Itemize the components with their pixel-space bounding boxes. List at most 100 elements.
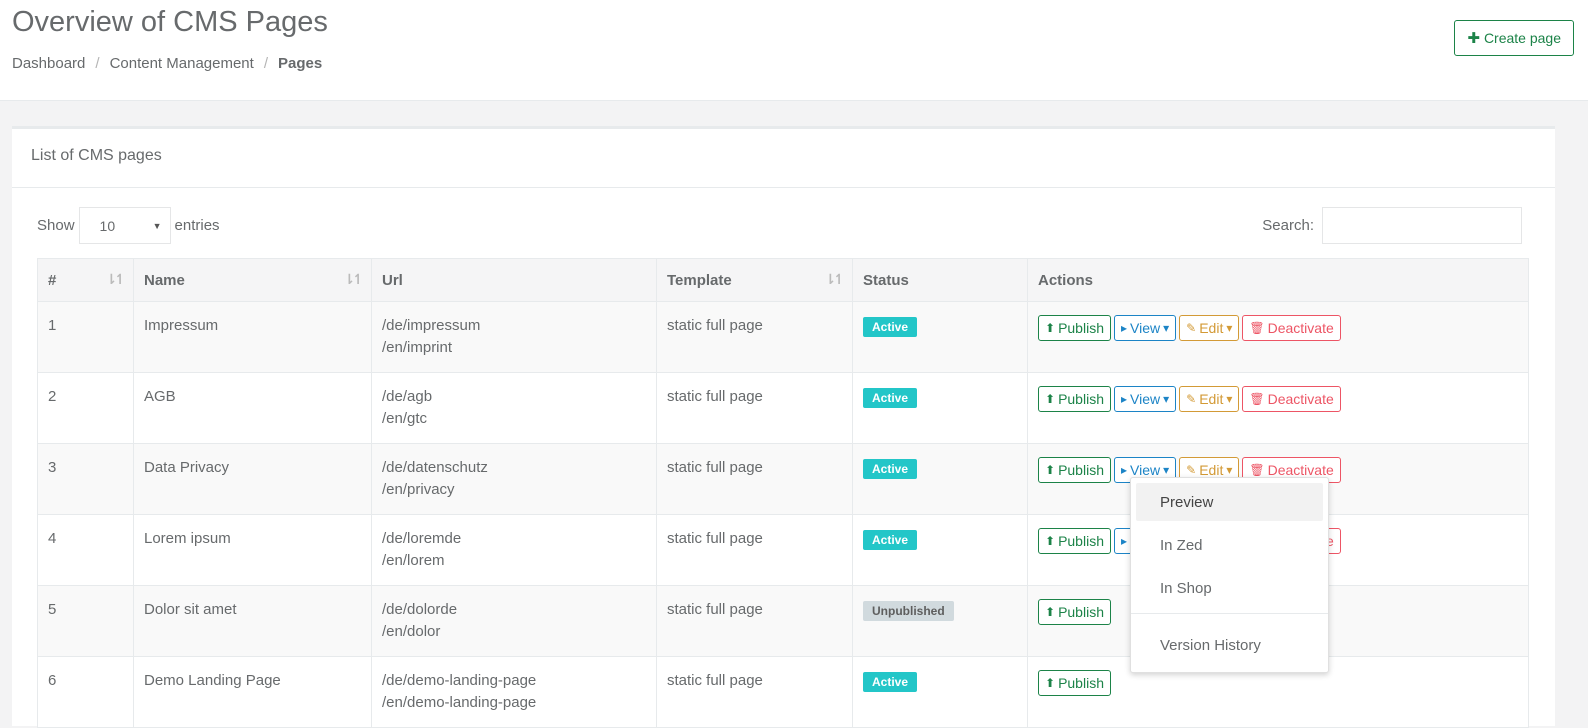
breadcrumb: Dashboard / Content Management / Pages	[12, 55, 322, 72]
caret-right-icon: ▸	[1120, 463, 1128, 477]
column-header-url[interactable]: Url	[371, 258, 657, 302]
view-button[interactable]: ▸View▾	[1113, 315, 1177, 341]
status-badge: Active	[863, 459, 918, 479]
cell-status: Active	[852, 301, 1028, 373]
upload-icon: ⬆	[1045, 321, 1056, 335]
cell-status: Active	[852, 514, 1028, 586]
create-page-button[interactable]: ✚ Create page	[1454, 20, 1574, 56]
breadcrumb-separator: /	[263, 55, 268, 72]
dropdown-item-version-history[interactable]: Version History	[1136, 626, 1323, 664]
cell-name: Impressum	[133, 301, 372, 373]
table-header-row: # ⇂↿ Name ⇂↿ Url Template ⇂↿ Status Actions	[37, 258, 1529, 302]
cell-actions: ⬆Publish ▸View▾ ✎Edit▾ 🗑Deactivate	[1027, 372, 1529, 444]
breadcrumb-separator: /	[95, 55, 100, 72]
upload-icon: ⬆	[1045, 392, 1056, 406]
caret-down-icon: ▾	[1226, 321, 1233, 335]
trash-icon: 🗑	[1249, 392, 1265, 406]
entries-length-select[interactable]: 10 ▼	[78, 207, 171, 244]
cell-id: 5	[37, 585, 134, 657]
cell-url: /de/datenschutz/en/privacy	[371, 443, 657, 515]
view-button[interactable]: ▸View▾	[1113, 386, 1177, 412]
page-header: Overview of CMS Pages Dashboard / Conten…	[0, 0, 1588, 101]
deactivate-button[interactable]: 🗑Deactivate	[1242, 315, 1341, 341]
cell-id: 1	[37, 301, 134, 373]
cell-id: 2	[37, 372, 134, 444]
column-header-status: Status	[852, 258, 1028, 302]
edit-button[interactable]: ✎Edit▾	[1179, 315, 1240, 341]
column-header-actions: Actions	[1027, 258, 1529, 302]
upload-icon: ⬆	[1045, 534, 1056, 548]
panel-title: List of CMS pages	[12, 129, 1555, 188]
breadcrumb-dashboard[interactable]: Dashboard	[12, 55, 85, 72]
cell-actions: ⬆Publish ▸View▾ ✎Edit▾ 🗑Deactivate	[1027, 301, 1529, 373]
cell-name: AGB	[133, 372, 372, 444]
dropdown-item-in-shop[interactable]: In Shop	[1136, 569, 1323, 607]
cell-template: static full page	[656, 585, 853, 657]
status-badge: Active	[863, 672, 918, 692]
column-header-template[interactable]: Template ⇂↿	[656, 258, 853, 302]
column-header-id[interactable]: # ⇂↿	[37, 258, 134, 302]
caret-down-icon: ▾	[1226, 392, 1233, 406]
table-row: 1 Impressum /de/impressum/en/imprint sta…	[37, 301, 1529, 373]
sort-icon: ⇂↿	[343, 271, 365, 287]
caret-right-icon: ▸	[1120, 392, 1128, 406]
dropdown-divider	[1131, 613, 1328, 614]
create-page-label: Create page	[1483, 30, 1561, 46]
cell-template: static full page	[656, 656, 853, 728]
publish-button[interactable]: ⬆ Publish	[1038, 386, 1111, 412]
cell-status: Active	[852, 443, 1028, 515]
entries-label: entries	[174, 217, 220, 234]
deactivate-button[interactable]: 🗑Deactivate	[1242, 386, 1341, 412]
cell-status: Unpublished	[852, 585, 1028, 657]
edit-icon: ✎	[1186, 392, 1197, 406]
publish-button[interactable]: ⬆ Publish	[1038, 670, 1111, 696]
status-badge: Active	[863, 317, 918, 337]
publish-button[interactable]: ⬆ Publish	[1038, 528, 1111, 554]
cell-status: Active	[852, 656, 1028, 728]
cell-name: Data Privacy	[133, 443, 372, 515]
breadcrumb-pages: Pages	[278, 55, 323, 72]
cell-name: Demo Landing Page	[133, 656, 372, 728]
dropdown-item-in-zed[interactable]: In Zed	[1136, 526, 1323, 564]
edit-icon: ✎	[1186, 321, 1197, 335]
view-dropdown-menu: Preview In Zed In Shop Version History	[1130, 477, 1329, 673]
cell-id: 3	[37, 443, 134, 515]
sort-asc-icon: ⇂↿	[105, 271, 127, 287]
cell-template: static full page	[656, 443, 853, 515]
dropdown-item-preview[interactable]: Preview	[1136, 483, 1323, 521]
table-row: 2 AGB /de/agb/en/gtc static full page Ac…	[37, 372, 1529, 444]
cell-template: static full page	[656, 372, 853, 444]
status-badge: Active	[863, 388, 918, 408]
search-wrap: Search:	[1262, 207, 1522, 244]
upload-icon: ⬆	[1045, 463, 1056, 477]
page-title: Overview of CMS Pages	[12, 6, 328, 38]
table-controls: Show 10 ▼ entries Search:	[37, 207, 1522, 244]
cell-url: /de/dolorde/en/dolor	[371, 585, 657, 657]
publish-button[interactable]: ⬆ Publish	[1038, 457, 1111, 483]
caret-down-icon: ▾	[1163, 321, 1170, 335]
search-label: Search:	[1262, 217, 1314, 234]
cell-url: /de/loremde/en/lorem	[371, 514, 657, 586]
search-input[interactable]	[1322, 207, 1522, 244]
cell-id: 4	[37, 514, 134, 586]
sort-icon: ⇂↿	[824, 271, 846, 287]
cell-url: /de/agb/en/gtc	[371, 372, 657, 444]
cell-name: Dolor sit amet	[133, 585, 372, 657]
caret-down-icon: ▼	[152, 220, 162, 231]
cell-id: 6	[37, 656, 134, 728]
publish-button[interactable]: ⬆ Publish	[1038, 315, 1111, 341]
show-label: Show	[37, 217, 75, 234]
cell-status: Active	[852, 372, 1028, 444]
trash-icon: 🗑	[1249, 321, 1265, 335]
publish-button[interactable]: ⬆ Publish	[1038, 599, 1111, 625]
upload-icon: ⬆	[1045, 605, 1056, 619]
caret-right-icon: ▸	[1120, 534, 1128, 548]
breadcrumb-content-management[interactable]: Content Management	[110, 55, 254, 72]
column-header-name[interactable]: Name ⇂↿	[133, 258, 372, 302]
status-badge: Unpublished	[863, 601, 954, 621]
edit-button[interactable]: ✎Edit▾	[1179, 386, 1240, 412]
cell-url: /de/impressum/en/imprint	[371, 301, 657, 373]
status-badge: Active	[863, 530, 918, 550]
cell-template: static full page	[656, 514, 853, 586]
entries-length-value: 10	[99, 217, 116, 234]
